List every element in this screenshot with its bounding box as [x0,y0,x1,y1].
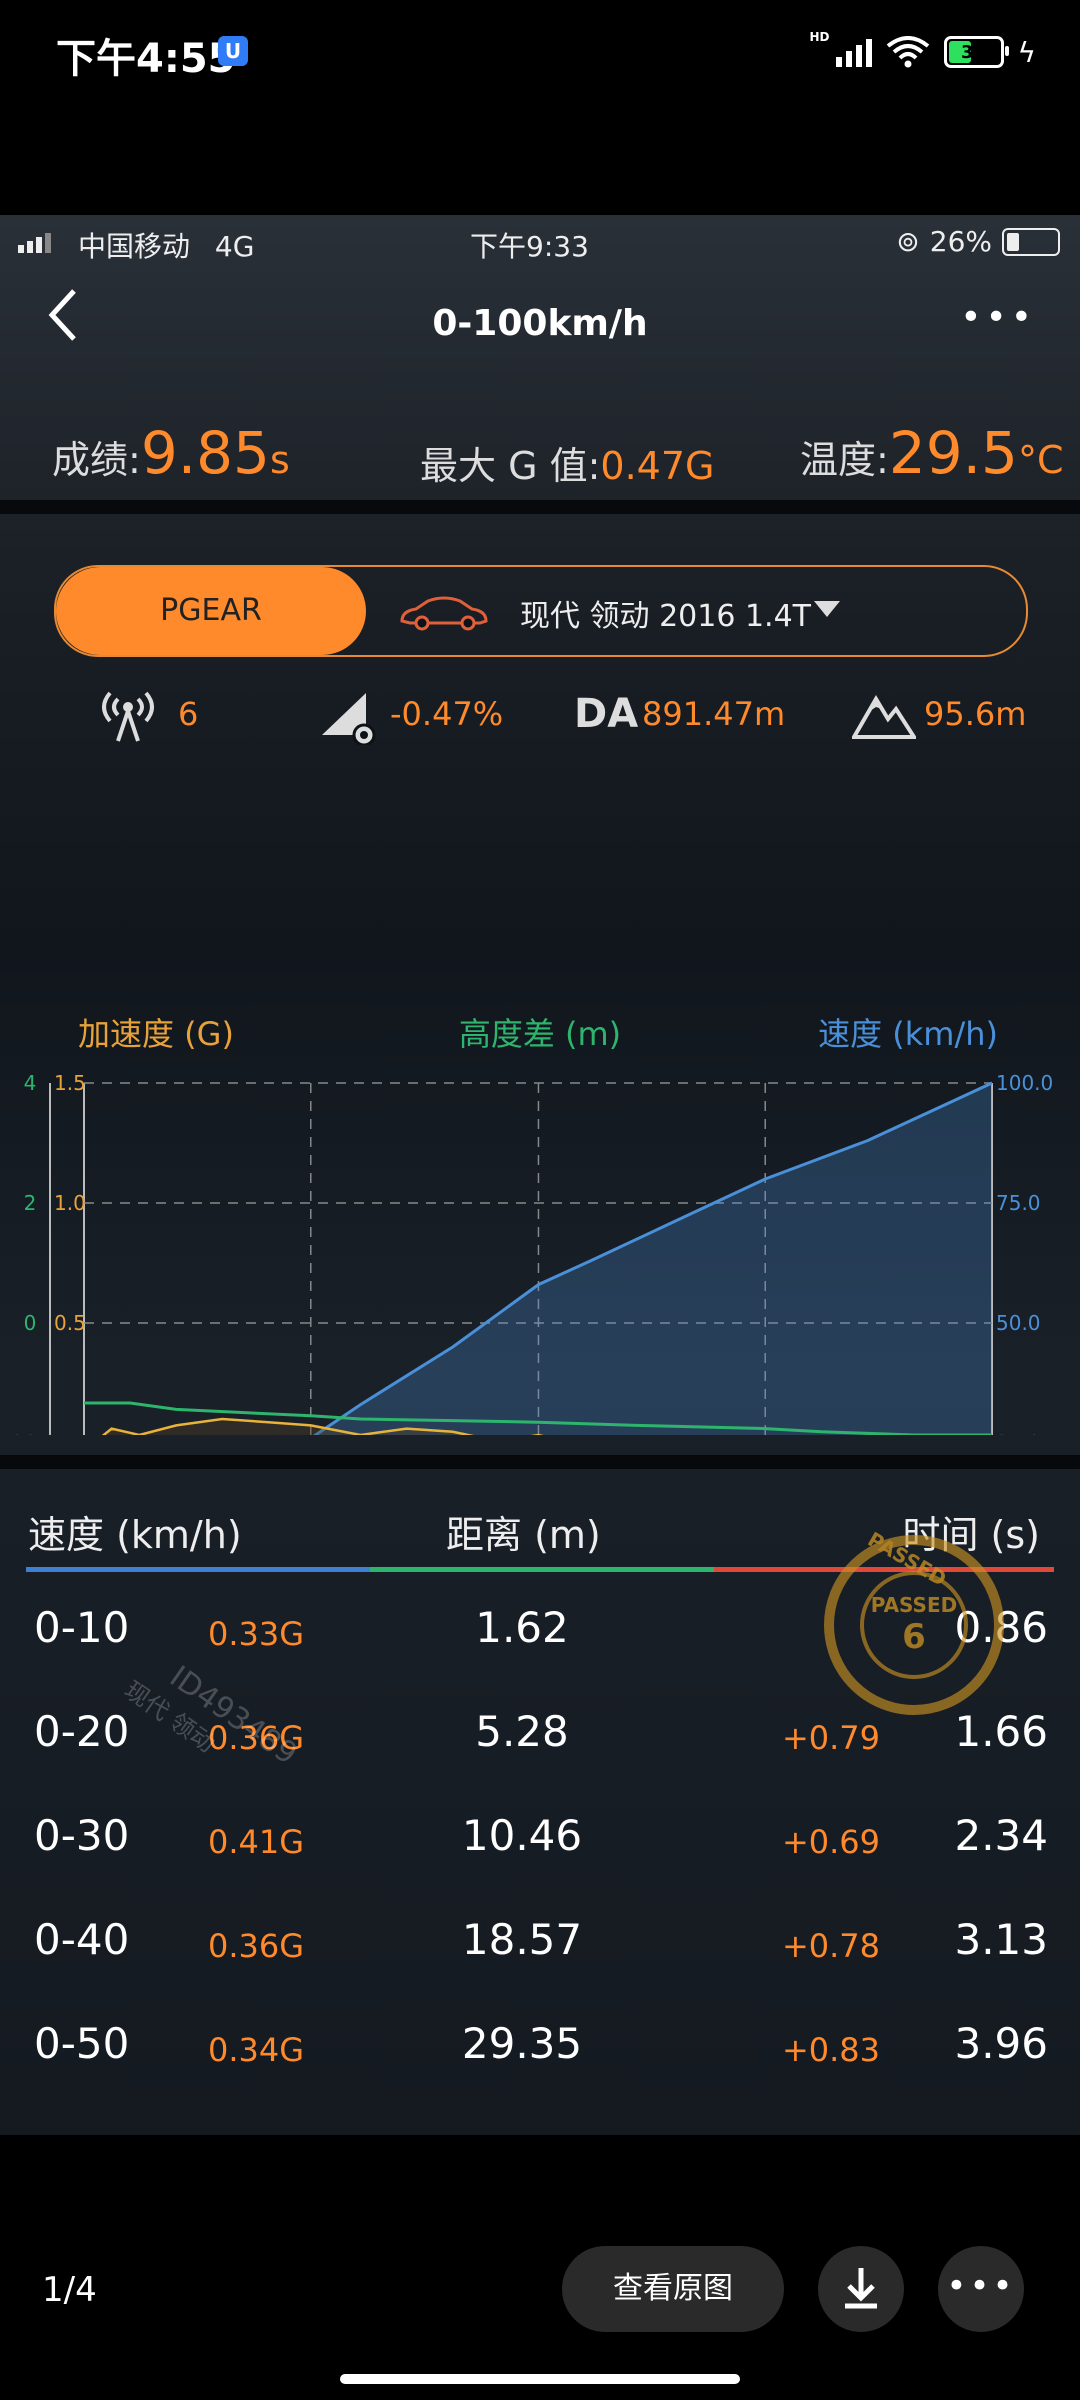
dropdown-arrow-icon[interactable] [814,601,840,617]
inner-status-bar: 中国移动 4G 下午9:33 ⊚ 26% [0,215,1080,271]
carrier-name: 中国移动 [78,230,191,263]
signal-icon [835,37,872,67]
row-distance: 1.62 [475,1603,569,1652]
passed-stamp: PASSED PASSED 6 [824,1527,1004,1715]
temperature-unit: °C [1017,438,1064,482]
chart-header-speed: 速度 (km/h) [818,1015,998,1053]
da-label: DA [574,691,639,737]
result-label: 成绩: [52,438,141,482]
row-distance: 18.57 [461,1915,583,1964]
page-title: 0-100km/h [432,303,648,344]
charging-icon: ϟ [1017,35,1036,69]
system-status-bar: 下午4:55 U HD 39 ϟ [0,0,1080,110]
height-tick-label: 0 [24,1311,37,1335]
chart-header-accel: 加速度 (G) [78,1015,234,1053]
row-split: +0.79 [781,1719,880,1757]
row-distance: 5.28 [475,1707,569,1756]
chart-header-height: 高度差 (m) [459,1015,621,1053]
row-speed: 0-40 [34,1915,130,1964]
height-tick-label: 4 [24,1071,37,1095]
slope-value: -0.47% [390,695,504,733]
max-g-unit: G [685,444,715,488]
more-options-icon[interactable]: ••• [960,297,1036,338]
row-speed: 0-30 [34,1811,130,1860]
speed-tick-label: 100.0 [996,1071,1053,1095]
col-distance: 距离 (m) [446,1513,601,1557]
accel-tick-label: 1.5 [54,1071,86,1095]
speed-tick-label: 75.0 [996,1191,1041,1215]
more-button[interactable]: ••• [938,2246,1024,2332]
score-summary: 成绩:9.85s 最大 G 值:0.47G 温度:29.5°C [0,403,1080,503]
acceleration-chart: 加速度 (G) 高度差 (m) 速度 (km/h) 100.0 4 1.5 75.0 2 1.0… [4,1015,1053,1435]
page-indicator: 1/4 [42,2270,97,2310]
slope-icon [322,693,376,745]
wifi-icon [886,36,929,68]
inner-signal-icon [18,233,51,253]
vehicle-selector[interactable]: PGEAR 现代 领动 2016 1.4T [54,565,1028,657]
row-max-g: 0.34G [208,2031,305,2069]
inner-battery-percent: 26% [929,225,992,258]
inner-clock: 下午9:33 [470,230,589,263]
header-underline-green [370,1567,714,1572]
altitude-value: 95.6m [924,695,1027,733]
system-clock: 下午4:55 [56,36,236,82]
home-indicator[interactable] [340,2374,740,2384]
max-g-value: 0.47 [600,444,686,488]
table-row: 0-30 0.41G 10.46 +0.69 2.34 [0,1789,1080,1893]
result-value: 9.85 [140,419,270,487]
row-time: 3.13 [954,1915,1048,1964]
satellite-signal-icon [102,691,154,742]
shield-icon: U [218,36,248,66]
speed-area [315,1083,992,1435]
rotation-lock-icon: ⊚ [896,225,920,258]
temperature-value: 29.5 [888,419,1018,487]
height-tick-label: -20.0 [4,1431,56,1435]
vehicle-name: 现代 领动 2016 1.4T [520,599,811,634]
network-type: 4G [214,230,255,263]
height-tick-label: 2 [24,1191,37,1215]
row-max-g: 0.36G [208,1927,305,1965]
car-icon [400,596,488,631]
pgear-tab[interactable]: PGEAR [56,567,366,655]
row-time: 2.34 [954,1811,1048,1860]
speed-tick-label: 25.0 [996,1431,1041,1435]
satellite-count: 6 [178,695,199,733]
result-unit: s [269,438,290,482]
da-value: 891.47m [642,695,786,733]
row-distance: 29.35 [461,2019,583,2068]
accel-tick-label: 1.0 [54,1191,86,1215]
accel-tick-label: 0.5 [54,1311,86,1335]
max-g-label: 最大 G 值: [420,444,601,488]
row-speed: 0-10 [34,1603,130,1652]
view-original-button[interactable]: 查看原图 [562,2246,784,2332]
download-icon [845,2268,877,2309]
row-split: +0.69 [781,1823,880,1861]
header-underline-blue [26,1567,370,1572]
table-row: 0-40 0.36G 18.57 +0.78 3.13 [0,1893,1080,1997]
row-max-g: 0.41G [208,1823,305,1861]
speed-tick-label: 50.0 [996,1311,1041,1335]
mountain-icon [852,695,916,739]
table-row: 0-50 0.34G 29.35 +0.83 3.96 [0,1997,1080,2101]
col-speed: 速度 (km/h) [28,1513,242,1557]
session-stats: 6 -0.47% DA 891.47m 95.6m [0,685,1080,765]
temperature-label: 温度: [800,438,889,482]
row-split: +0.78 [781,1927,880,1965]
row-split: +0.83 [781,2031,880,2069]
inner-battery-icon [1002,227,1060,256]
row-max-g: 0.33G [208,1615,305,1653]
nav-bar: 0-100km/h ••• [0,277,1080,377]
download-button[interactable] [818,2246,904,2332]
hd-label: HD [809,30,830,44]
battery-icon: 39 [943,36,1009,68]
screenshot-image: 中国移动 4G 下午9:33 ⊚ 26% 0-100km/h ••• 成绩:9.… [0,215,1080,2135]
row-speed: 0-50 [34,2019,130,2068]
row-distance: 10.46 [461,1811,583,1860]
row-speed: 0-20 [34,1707,130,1756]
row-time: 3.96 [954,2019,1048,2068]
